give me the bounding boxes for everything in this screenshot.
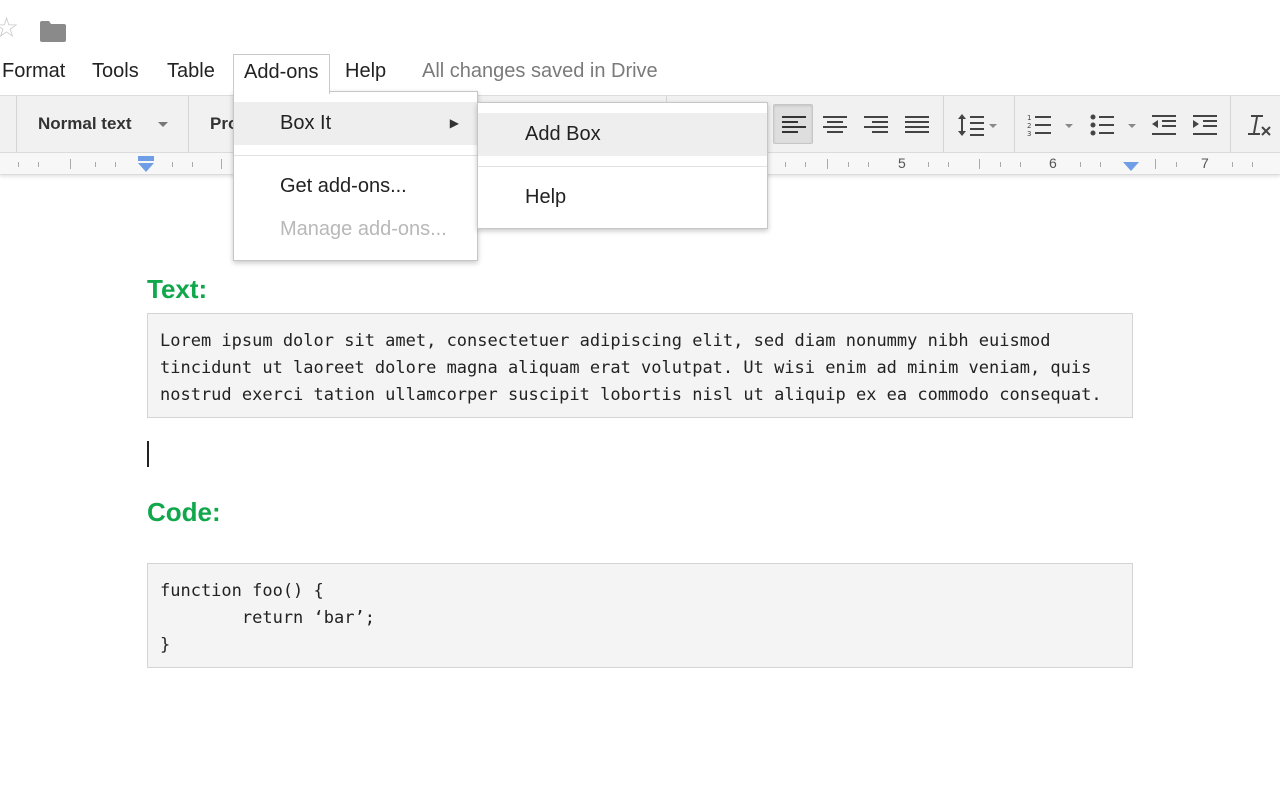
text-cursor	[147, 441, 149, 467]
menu-addons[interactable]: Add-ons	[233, 54, 330, 94]
svg-text:2: 2	[1027, 122, 1031, 130]
align-right-button[interactable]	[855, 104, 895, 144]
toolbar-divider	[16, 96, 17, 152]
clear-formatting-icon	[1248, 115, 1271, 136]
align-right-icon	[864, 116, 888, 133]
code-box-line: }	[160, 635, 171, 655]
svg-text:1: 1	[1027, 114, 1031, 122]
ruler-tick	[115, 162, 116, 167]
ruler-tick	[95, 162, 96, 167]
ruler-number: 5	[898, 155, 906, 171]
ruler-tick	[1080, 162, 1081, 167]
ruler-tick	[1000, 162, 1001, 167]
ruler-tick	[172, 162, 173, 167]
addons-menu: Box It ▶ Get add-ons... Manage add-ons..…	[233, 91, 478, 261]
title-strip: ☆	[0, 0, 1280, 52]
ruler-tick	[1020, 162, 1021, 167]
menu-table[interactable]: Table	[157, 54, 225, 92]
align-left-icon	[782, 116, 806, 133]
ruler-tick	[868, 162, 869, 167]
toolbar-divider	[188, 96, 189, 152]
ruler-number: 6	[1049, 155, 1057, 171]
ruler-tick	[1100, 162, 1101, 167]
increase-indent-icon	[1193, 115, 1217, 135]
submenu-arrow-icon: ▶	[449, 116, 459, 130]
svg-text:3: 3	[1027, 130, 1031, 137]
ruler-tick	[221, 159, 222, 169]
ruler-tick	[192, 162, 193, 167]
line-spacing-icon	[958, 114, 997, 136]
font-select[interactable]: Pro	[198, 110, 238, 138]
ruler-tick	[1155, 159, 1156, 169]
left-indent-marker[interactable]	[137, 155, 155, 173]
save-status: All changes saved in Drive	[422, 60, 658, 82]
ruler-tick	[1176, 162, 1177, 167]
menu-item-get-addons[interactable]: Get add-ons...	[234, 165, 477, 207]
clear-formatting-button[interactable]	[1238, 104, 1278, 144]
menu-format[interactable]: Format	[0, 54, 75, 92]
ruler-tick	[1252, 162, 1253, 167]
star-outline-icon[interactable]: ☆	[0, 14, 19, 42]
toolbar-divider	[1230, 96, 1231, 152]
menu-item-manage-addons: Manage add-ons...	[280, 218, 447, 240]
ruler-tick	[848, 162, 849, 167]
ruler-tick	[979, 159, 980, 169]
menu-separator	[234, 155, 477, 156]
ruler-tick	[785, 162, 786, 167]
align-justify-button[interactable]	[896, 104, 936, 144]
menu-bar: Format Tools Table Add-ons Help All chan…	[0, 52, 1280, 94]
ruler-tick	[928, 162, 929, 167]
align-center-icon	[823, 116, 847, 133]
line-spacing-button[interactable]	[950, 104, 1006, 144]
ruler-tick	[70, 159, 71, 169]
menu-help[interactable]: Help	[335, 54, 396, 92]
code-box-line: function foo() {	[160, 581, 324, 601]
align-left-button[interactable]	[773, 104, 813, 144]
ruler-tick	[827, 159, 828, 169]
menu-item-label: Box It	[280, 112, 332, 134]
folder-icon[interactable]	[40, 21, 66, 42]
align-justify-icon	[905, 116, 929, 133]
text-heading: Text:	[147, 274, 208, 304]
paragraph-style-label: Normal text	[38, 114, 132, 133]
ruler-tick	[38, 162, 39, 167]
code-box-line: return ‘bar’;	[160, 608, 375, 628]
numbered-list-icon: 1 2 3	[1027, 114, 1073, 137]
ruler-tick	[805, 162, 806, 167]
align-center-button[interactable]	[814, 104, 854, 144]
ruler-tick	[948, 162, 949, 167]
text-box-line: nostrud exerci tation ullamcorper suscip…	[160, 385, 1102, 405]
toolbar-divider	[1014, 96, 1015, 152]
text-box-line: Lorem ipsum dolor sit amet, consectetuer…	[160, 331, 1051, 351]
ruler-tick	[18, 162, 19, 167]
toolbar-divider	[943, 96, 944, 152]
numbered-list-button[interactable]: 1 2 3	[1020, 104, 1078, 144]
boxit-submenu: Add Box Help	[477, 102, 768, 229]
ruler-tick	[1232, 162, 1233, 167]
text-box-line: tincidunt ut laoreet dolore magna aliqua…	[160, 358, 1092, 378]
ruler-number: 7	[1201, 155, 1209, 171]
menu-item-box-it[interactable]: Box It ▶	[234, 102, 477, 145]
decrease-indent-icon	[1152, 115, 1176, 135]
code-heading: Code:	[147, 497, 221, 527]
text-box[interactable]: Lorem ipsum dolor sit amet, consectetuer…	[147, 313, 1133, 418]
menu-item-add-box[interactable]: Add Box	[478, 113, 767, 156]
bulleted-list-icon	[1090, 114, 1136, 136]
paragraph-style-select[interactable]: Normal text	[20, 110, 170, 138]
code-box[interactable]: function foo() { return ‘bar’; }	[147, 563, 1133, 668]
menu-tools[interactable]: Tools	[82, 54, 149, 92]
menu-item-boxit-help[interactable]: Help	[478, 176, 767, 219]
menu-separator	[478, 166, 767, 167]
chevron-down-icon	[158, 122, 168, 127]
right-indent-marker[interactable]	[1122, 161, 1140, 173]
decrease-indent-button[interactable]	[1143, 104, 1183, 144]
bulleted-list-button[interactable]	[1083, 104, 1141, 144]
increase-indent-button[interactable]	[1184, 104, 1224, 144]
